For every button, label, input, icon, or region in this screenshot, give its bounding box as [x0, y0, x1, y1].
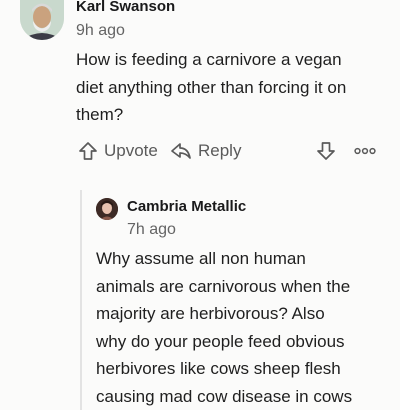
reply-author-name[interactable]: Cambria Metallic — [127, 198, 246, 215]
downvote-button[interactable] — [316, 138, 336, 164]
reply-timestamp: 7h ago — [127, 221, 176, 239]
reply-label: Reply — [198, 141, 241, 161]
comment-timestamp: 9h ago — [76, 22, 125, 40]
comment-line: How is feeding a carnivore a vegan — [76, 46, 342, 74]
upvote-button[interactable]: Upvote — [78, 138, 158, 164]
reply-line: majority are herbivorous? Also — [96, 300, 325, 328]
reply-line: why do your people feed obvious — [96, 328, 345, 356]
reply-line: causing mad cow disease in cows — [96, 383, 352, 410]
upvote-label: Upvote — [104, 141, 158, 161]
comment-line: diet anything other than forcing it on — [76, 74, 346, 102]
reply-line: animals are carnivorous when the — [96, 273, 350, 301]
thread-line[interactable] — [80, 190, 82, 410]
more-options-button[interactable] — [354, 138, 376, 164]
reply-line: Why assume all non human — [96, 245, 306, 273]
arrow-down-outline-icon — [316, 141, 336, 161]
author-name[interactable]: Karl Swanson — [76, 0, 175, 15]
reply-author-avatar[interactable] — [96, 198, 118, 220]
arrow-up-outline-icon — [78, 141, 98, 161]
reply-button[interactable]: Reply — [170, 138, 241, 164]
reply-line: herbivores like cows sheep flesh — [96, 355, 341, 383]
reply-arrow-icon — [170, 141, 192, 161]
more-dots-icon — [354, 147, 376, 155]
comment-line: them? — [76, 101, 123, 129]
avatar-portrait — [96, 198, 118, 220]
avatar-portrait — [20, 0, 64, 40]
author-avatar[interactable] — [20, 0, 64, 40]
